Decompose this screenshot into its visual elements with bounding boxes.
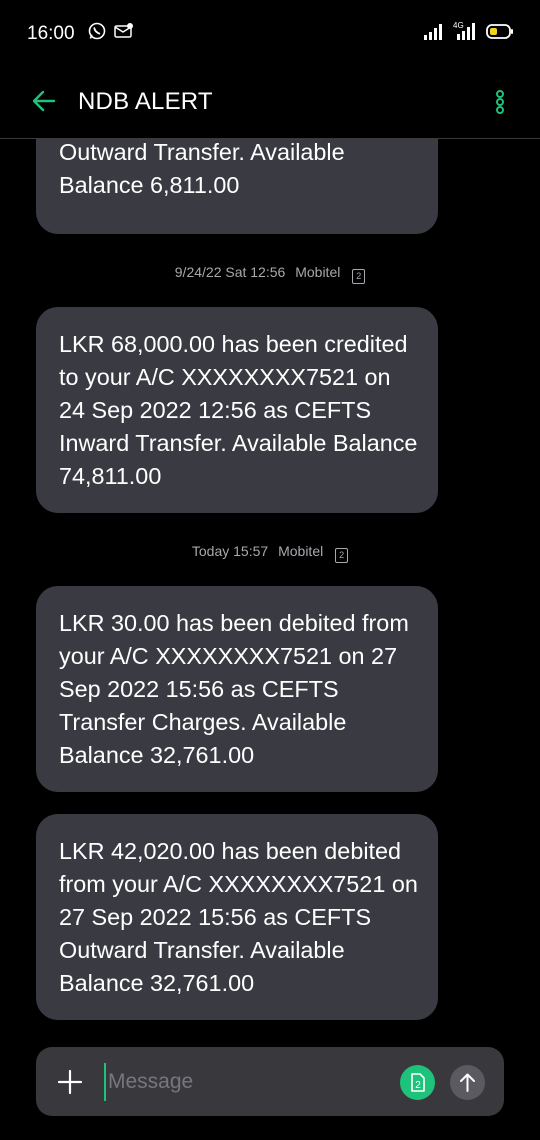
sim-2-icon: 2 (411, 1073, 425, 1092)
message-bubble[interactable]: LKR 42,020.00 has been debited from your… (36, 814, 438, 1020)
message-bubble[interactable]: on 24 Sep 2022 09:00 as CEFTS Outward Tr… (36, 139, 438, 234)
conversation-header: NDB ALERT (0, 66, 540, 139)
carrier-label: Mobitel (278, 543, 324, 559)
message-bubble[interactable]: LKR 68,000.00 has been credited to your … (36, 307, 438, 513)
status-time: 16:00 (27, 23, 75, 44)
message-input[interactable] (104, 1063, 330, 1101)
message-text: on 24 Sep 2022 09:00 as CEFTS Outward Tr… (59, 139, 345, 198)
sim-icon: 2 (352, 269, 366, 284)
message-bubble[interactable]: LKR 30.00 has been debited from your A/C… (36, 586, 438, 792)
plus-icon (57, 1069, 83, 1095)
svg-text:4G: 4G (453, 21, 464, 30)
status-bar: 16:00 4G (0, 0, 540, 66)
whatsapp-icon (88, 22, 106, 45)
timestamp-text: 9/24/22 Sat 12:56 (174, 264, 286, 280)
send-arrow-icon (460, 1073, 475, 1092)
timestamp-text: Today 15:57 (191, 543, 269, 559)
signal-icon (424, 24, 444, 45)
mail-notification-icon (114, 22, 134, 45)
conversation-title: NDB ALERT (78, 88, 213, 115)
more-vertical-icon (496, 90, 504, 114)
svg-text:2: 2 (415, 1080, 421, 1091)
more-options-button[interactable] (488, 86, 512, 118)
back-button[interactable] (28, 86, 64, 116)
add-attachment-button[interactable] (56, 1068, 84, 1096)
message-timestamp: Today 15:57 Mobitel 2 (0, 543, 540, 563)
message-composer: 2 (36, 1047, 504, 1116)
message-text: LKR 68,000.00 has been credited to your … (59, 331, 418, 489)
carrier-label: Mobitel (295, 264, 341, 280)
signal-4g-icon: 4G (453, 20, 481, 45)
message-thread[interactable]: on 24 Sep 2022 09:00 as CEFTS Outward Tr… (0, 139, 540, 1029)
sim-select-button[interactable]: 2 (400, 1065, 435, 1100)
send-button[interactable] (450, 1065, 485, 1100)
message-text: LKR 30.00 has been debited from your A/C… (59, 610, 409, 768)
battery-icon (486, 24, 514, 45)
sim-icon: 2 (335, 548, 349, 563)
message-text: LKR 42,020.00 has been debited from your… (59, 838, 418, 996)
back-arrow-icon (32, 90, 56, 112)
message-timestamp: 9/24/22 Sat 12:56 Mobitel 2 (0, 264, 540, 284)
